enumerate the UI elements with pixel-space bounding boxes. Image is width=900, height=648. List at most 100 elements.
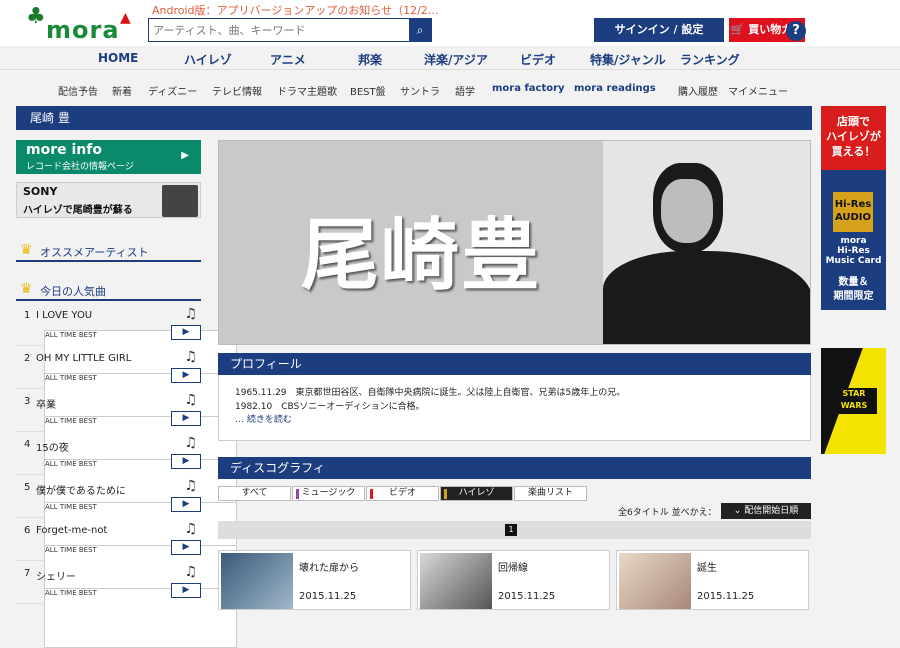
- recommend-header: ♛ オススメアーティスト: [16, 240, 201, 262]
- track-row: 7 シェリー ♫ ALL TIME BEST ▶: [16, 562, 237, 648]
- discography-header: ディスコグラフィ: [218, 457, 811, 479]
- hires-card-banner[interactable]: 店頭で ハイレゾが 買える！ Hi-Res AUDIO mora Hi-Res …: [821, 106, 886, 310]
- track-name[interactable]: 15の夜: [36, 439, 69, 454]
- subnav-tv[interactable]: テレビ情報: [212, 83, 262, 98]
- help-icon[interactable]: ?: [786, 21, 806, 41]
- subnav-my-menu[interactable]: マイメニュー: [728, 83, 788, 98]
- album-jacket[interactable]: [420, 553, 492, 609]
- track-name[interactable]: 卒業: [36, 396, 56, 411]
- track-row: 5 僕が僕であるために ♫ ALL TIME BEST ▶: [16, 476, 237, 562]
- tab-video[interactable]: ビデオ: [366, 486, 439, 501]
- sony-banner[interactable]: SONY ハイレゾで尾崎豊が蘇る: [16, 182, 201, 218]
- app-notice-link[interactable]: Android版：アプリバージョンアップのお知らせ（12/2…: [152, 2, 439, 18]
- track-name[interactable]: シェリー: [36, 568, 76, 583]
- tab-music[interactable]: ミュージック: [292, 486, 365, 501]
- subnav-mora-readings[interactable]: mora readings: [574, 83, 656, 94]
- play-button[interactable]: ▶: [171, 411, 201, 426]
- subnav-best[interactable]: BEST盤: [350, 83, 386, 98]
- album-name[interactable]: 誕生: [697, 559, 717, 574]
- tab-track-list[interactable]: 楽曲リスト: [514, 486, 587, 501]
- track-number: 4: [24, 439, 31, 450]
- play-button[interactable]: ▶: [171, 583, 201, 598]
- track-number: 7: [24, 568, 31, 579]
- mora-logo[interactable]: ♣ mora ▲: [18, 4, 138, 44]
- starwars-banner[interactable]: STAR WARS: [821, 348, 886, 454]
- recommend-title: オススメアーティスト: [40, 246, 149, 259]
- subnav-new[interactable]: 新着: [112, 83, 132, 98]
- pagination: 1: [218, 521, 811, 539]
- track-name[interactable]: OH MY LITTLE GIRL: [36, 353, 131, 364]
- crown-icon: ♛: [20, 281, 33, 297]
- artist-photo: [603, 141, 810, 344]
- main-nav: HOME ハイレゾ アニメ 邦楽 洋楽/アジア ビデオ 特集/ジャンル ランキン…: [0, 46, 900, 70]
- track-row: 6 Forget-me-not ♫ ALL TIME BEST ▶: [16, 519, 237, 605]
- subnav-upcoming[interactable]: 配信予告: [58, 83, 98, 98]
- album-name[interactable]: 壊れた扉から: [299, 559, 359, 574]
- nav-feature[interactable]: 特集/ジャンル: [590, 51, 666, 68]
- album-name[interactable]: 回帰線: [498, 559, 528, 574]
- page-number[interactable]: 1: [505, 524, 517, 536]
- track-number: 5: [24, 482, 31, 493]
- play-button[interactable]: ▶: [171, 368, 201, 383]
- search-icon[interactable]: ⌕: [409, 19, 431, 41]
- more-info-subtitle: レコード会社の情報ページ: [26, 162, 134, 172]
- arrow-right-icon: ▶: [181, 150, 189, 161]
- album-card[interactable]: 壊れた扉から 2015.11.25: [218, 550, 411, 610]
- album-card[interactable]: 誕生 2015.11.25: [616, 550, 809, 610]
- subnav-history[interactable]: 購入履歴: [678, 83, 718, 98]
- crown-icon: ♛: [20, 242, 33, 258]
- track-name[interactable]: 僕が僕であるために: [36, 482, 126, 497]
- artist-hero-image: 尾崎豊: [218, 140, 811, 345]
- starwars-logo: STAR WARS: [831, 388, 877, 414]
- nav-video[interactable]: ビデオ: [520, 51, 556, 68]
- track-row: 1 I LOVE YOU ♫ ALL TIME BEST ▶: [16, 304, 237, 390]
- track-row: 4 15の夜 ♫ ALL TIME BEST ▶: [16, 433, 237, 519]
- nav-home[interactable]: HOME: [98, 51, 138, 65]
- tab-all[interactable]: すべて: [218, 486, 291, 501]
- play-button[interactable]: ▶: [171, 540, 201, 555]
- tab-hires[interactable]: ハイレゾ: [440, 486, 513, 501]
- track-number: 6: [24, 525, 31, 536]
- track-name[interactable]: I LOVE YOU: [36, 310, 92, 321]
- track-album[interactable]: ALL TIME BEST: [44, 588, 237, 648]
- album-card[interactable]: 回帰線 2015.11.25: [417, 550, 610, 610]
- sony-logo: SONY: [23, 185, 58, 198]
- play-button[interactable]: ▶: [171, 497, 201, 512]
- music-note-icon: ♫: [184, 392, 197, 408]
- hires-audio-icon: Hi-Res AUDIO: [833, 192, 873, 232]
- nav-western[interactable]: 洋楽/アジア: [424, 51, 488, 68]
- nav-anime[interactable]: アニメ: [270, 51, 306, 68]
- sort-row: 全6タイトル 並べかえ： ⌄ 配信開始日順: [218, 503, 811, 519]
- subnav-disney[interactable]: ディズニー: [148, 83, 197, 98]
- music-note-icon: ♫: [184, 435, 197, 451]
- profile-header: プロフィール: [218, 353, 811, 375]
- music-note-icon: ♫: [184, 478, 197, 494]
- popular-header: ♛ 今日の人気曲: [16, 279, 201, 301]
- music-note-icon: ♫: [184, 521, 197, 537]
- play-button[interactable]: ▶: [171, 454, 201, 469]
- discography-tabs: すべて ミュージック ビデオ ハイレゾ 楽曲リスト: [218, 486, 811, 502]
- album-jacket[interactable]: [619, 553, 691, 609]
- album-jacket[interactable]: [221, 553, 293, 609]
- track-number: 3: [24, 396, 31, 407]
- read-more-link[interactable]: … 続きを読む: [235, 412, 292, 425]
- nav-ranking[interactable]: ランキング: [680, 51, 740, 68]
- signin-button[interactable]: サインイン / 設定: [594, 18, 724, 42]
- nav-hires[interactable]: ハイレゾ: [184, 51, 232, 68]
- subnav-language[interactable]: 語学: [455, 83, 475, 98]
- nav-jpop[interactable]: 邦楽: [358, 51, 382, 68]
- subnav-soundtrack[interactable]: サントラ: [400, 83, 440, 98]
- profile-line: 1982.10 CBSソニーオーディションに合格。: [235, 402, 425, 412]
- tree-icon: ♣: [26, 4, 46, 29]
- sort-dropdown[interactable]: ⌄ 配信開始日順: [721, 503, 811, 519]
- santa-hat-icon: ▲: [120, 10, 131, 26]
- sony-copy: ハイレゾで尾崎豊が蘇る: [23, 205, 133, 216]
- subnav-mora-factory[interactable]: mora factory: [492, 83, 565, 94]
- subnav-drama[interactable]: ドラマ主題歌: [277, 83, 337, 98]
- search-input[interactable]: [149, 19, 409, 41]
- track-name[interactable]: Forget-me-not: [36, 525, 107, 536]
- more-info-banner[interactable]: more info レコード会社の情報ページ ▶: [16, 140, 201, 174]
- sub-nav: 配信予告 新着 ディズニー テレビ情報 ドラマ主題歌 BEST盤 サントラ 語学…: [0, 80, 900, 100]
- play-button[interactable]: ▶: [171, 325, 201, 340]
- search-box: ⌕: [148, 18, 432, 42]
